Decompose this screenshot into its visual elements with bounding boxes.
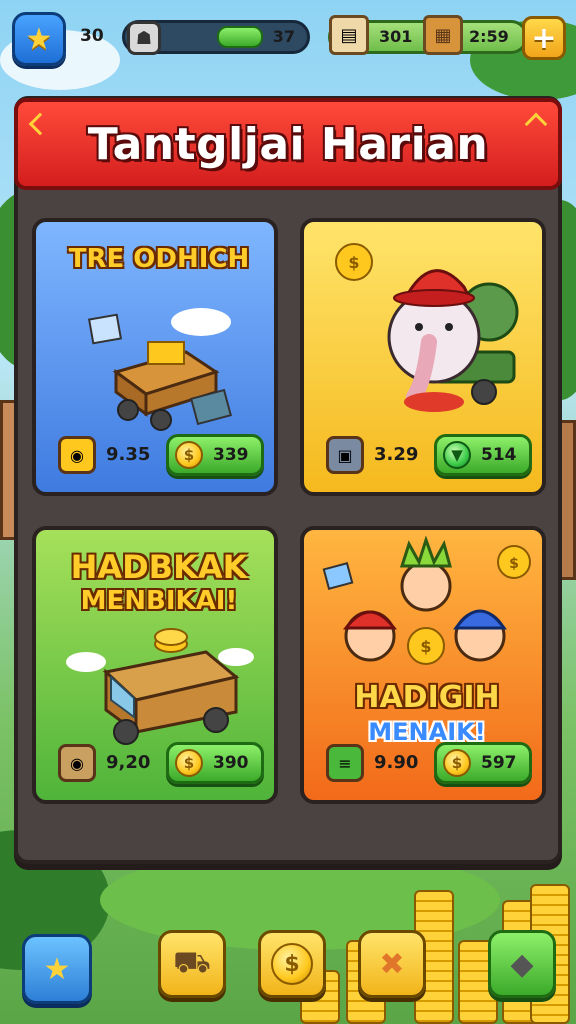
title-banner: Tantgljai Harian [14, 98, 562, 190]
crate-icon: ▦ [423, 15, 463, 55]
coin-icon: $ [271, 943, 313, 985]
price-row: ▣ 3.29 ▼ 514 [304, 434, 542, 478]
kids-celebration-illustration: $ $ [314, 536, 540, 686]
buy-button[interactable]: $ 339 [166, 434, 264, 476]
plus-icon: + [531, 20, 557, 56]
xp-bar: ☗ 37 [122, 20, 310, 55]
svg-text:$: $ [509, 556, 519, 572]
cost-value: 9.35 [106, 444, 151, 465]
banner-corner-ornament [524, 112, 548, 136]
svg-text:$: $ [348, 253, 359, 272]
crossed-tools-icon: ✖ [379, 946, 405, 982]
rock-icon: ◆ [510, 946, 534, 982]
buy-button[interactable]: $ 390 [166, 742, 264, 784]
cart-icon: ⛟ [173, 944, 211, 980]
badge-icon: ☗ [127, 21, 161, 55]
buy-button[interactable]: ▼ 514 [434, 434, 532, 476]
elephant-character-illustration: $ [324, 232, 534, 422]
buy-value: 390 [213, 753, 249, 773]
cost-value: 3.29 [374, 444, 419, 465]
pot-icon: ◉ [58, 744, 96, 782]
star-icon: ★ [43, 951, 71, 987]
pot-icon: ◉ [58, 436, 96, 474]
challenge-card-1[interactable]: TRE ODHICH ◉ 9.35 $ 339 [32, 218, 278, 496]
price-row: ◉ 9.35 $ 339 [36, 434, 274, 478]
cost-value: 9.90 [374, 752, 419, 773]
resource2-value: 2:59 [469, 27, 509, 46]
price-row: ≡ 9.90 $ 597 [304, 742, 542, 786]
coin-icon: $ [443, 749, 471, 777]
add-resource-button[interactable]: + [522, 16, 566, 60]
coin-icon: $ [175, 749, 203, 777]
challenge-card-4[interactable]: $ $ HADIGIH MENAIK! ≡ 9.90 $ 597 [300, 526, 546, 804]
gem-icon: ▼ [443, 441, 471, 469]
top-hud: ★ 30 ☗ 37 ▤ 301 ▦ 2:59 + [10, 8, 566, 68]
svg-text:$: $ [420, 637, 431, 656]
home-button[interactable]: ★ [22, 934, 92, 1004]
star-icon: ★ [25, 21, 53, 57]
price-row: ◉ 9,20 $ 390 [36, 742, 274, 786]
xp-value: 37 [272, 27, 295, 46]
scroll-icon: ▤ [329, 15, 369, 55]
board-title: Tantgljai Harian [87, 118, 489, 170]
cube-icon: ▣ [326, 436, 364, 474]
resource-bar: ▤ 301 ▦ 2:59 [328, 15, 528, 55]
favorites-button[interactable]: ★ [12, 12, 66, 66]
tools-button[interactable]: ✖ [358, 930, 426, 998]
settings-button[interactable]: ◆ [488, 930, 556, 998]
card-title: TRE ODHICH [68, 244, 250, 274]
card-title-line2: MENBIKAI! [80, 586, 238, 616]
challenge-card-2[interactable]: $ ▣ 3.29 ▼ 514 [300, 218, 546, 496]
cost-value: 9,20 [106, 752, 151, 773]
resource1-value: 301 [379, 27, 413, 46]
treasure-cart-illustration [86, 292, 236, 432]
buy-value: 339 [213, 445, 249, 465]
coins-button[interactable]: $ [258, 930, 326, 998]
buy-button[interactable]: $ 597 [434, 742, 532, 784]
shop-button[interactable]: ⛟ [158, 930, 226, 998]
buy-value: 514 [481, 445, 517, 465]
challenge-card-3[interactable]: HADBKAK MENBIKAI! ◉ 9,20 $ 390 [32, 526, 278, 804]
player-level: 30 [80, 26, 104, 46]
coin-icon: $ [175, 441, 203, 469]
banner-corner-ornament [28, 112, 52, 136]
card-title-line1: HADIGIH [354, 680, 500, 715]
delivery-truck-illustration [66, 622, 256, 752]
xp-fill [217, 26, 263, 48]
card-title-line1: HADBKAK [70, 548, 248, 586]
buy-value: 597 [481, 753, 517, 773]
cash-icon: ≡ [326, 744, 364, 782]
